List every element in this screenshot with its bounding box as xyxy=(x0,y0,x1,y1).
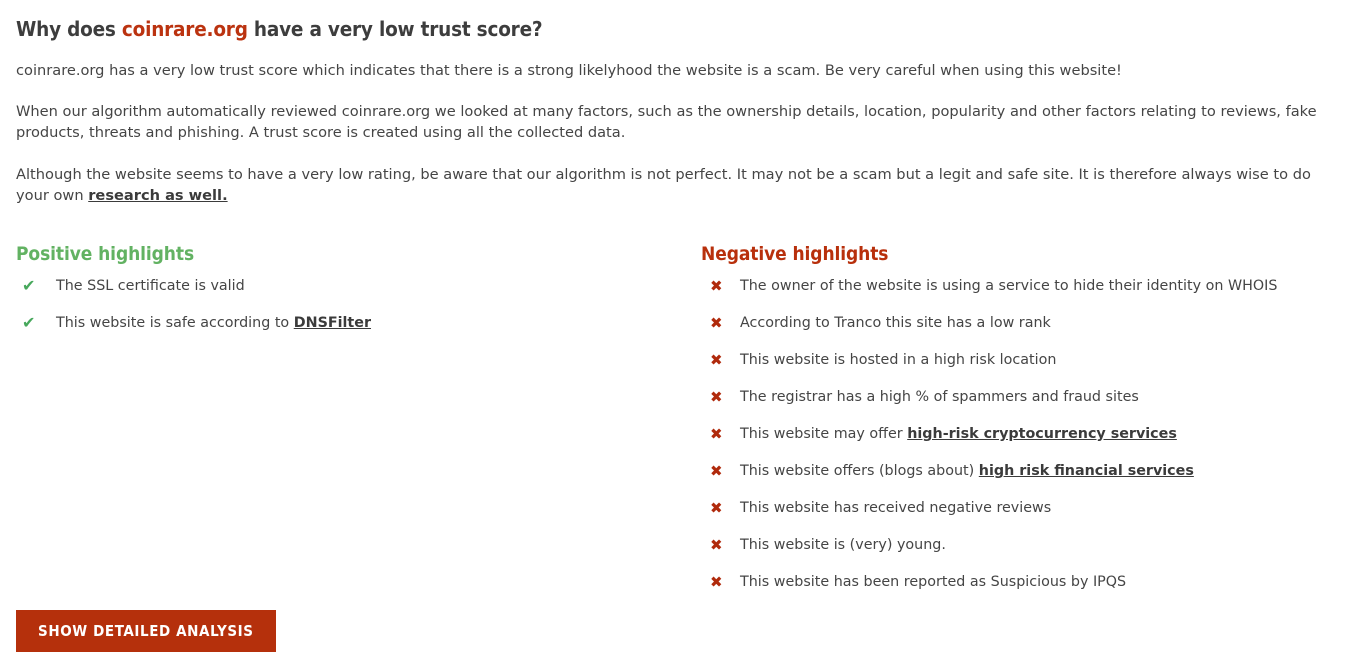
cross-icon: ✖ xyxy=(710,573,723,591)
list-item-label: This website has been reported as Suspic… xyxy=(735,572,1126,592)
list-item-label: The owner of the website is using a serv… xyxy=(735,276,1277,296)
list-item-text: This website offers (blogs about) xyxy=(740,463,979,479)
page-title: Why does coinrare.org have a very low tr… xyxy=(16,0,1339,41)
positive-highlights-title: Positive highlights xyxy=(16,243,195,265)
cross-icon: ✖ xyxy=(710,388,723,406)
negative-highlights-title: Negative highlights xyxy=(701,243,889,265)
cross-icon: ✖ xyxy=(710,462,723,480)
list-item: ✖ The registrar has a high % of spammers… xyxy=(701,387,1341,424)
cross-icon: ✖ xyxy=(710,277,723,295)
list-item: ✖ This website may offer high-risk crypt… xyxy=(701,424,1341,461)
list-item-label: This website is hosted in a high risk lo… xyxy=(735,350,1056,370)
list-item-text: According to Tranco this site has a low … xyxy=(740,315,1051,331)
list-item-text: This website is safe according to xyxy=(56,315,294,331)
cross-icon: ✖ xyxy=(710,425,723,443)
cross-icon: ✖ xyxy=(710,351,723,369)
page-title-suffix: have a very low trust score? xyxy=(247,17,543,41)
dnsfilter-link[interactable]: DNSFilter xyxy=(294,315,371,331)
list-item-text: The owner of the website is using a serv… xyxy=(740,278,1278,294)
list-item: ✖ This website has been reported as Susp… xyxy=(701,572,1341,609)
list-item-label: This website is safe according to DNSFil… xyxy=(50,313,371,333)
list-item-label: According to Tranco this site has a low … xyxy=(735,313,1051,333)
list-item: ✖ This website is (very) young. xyxy=(701,535,1341,572)
list-item-label: The SSL certificate is valid xyxy=(50,276,245,296)
negative-highlights-list: ✖ The owner of the website is using a se… xyxy=(701,276,1341,609)
cross-icon: ✖ xyxy=(710,314,723,332)
list-item-text: This website is hosted in a high risk lo… xyxy=(740,352,1057,368)
list-item-text: This website may offer xyxy=(740,426,908,442)
list-item-label: This website may offer high-risk cryptoc… xyxy=(735,424,1177,444)
list-item-text: The registrar has a high % of spammers a… xyxy=(740,389,1139,405)
list-item-text: This website is (very) young. xyxy=(740,537,946,553)
high-risk-cryptocurrency-services-link[interactable]: high-risk cryptocurrency services xyxy=(907,426,1177,442)
page-title-domain: coinrare.org xyxy=(121,17,248,41)
cross-icon: ✖ xyxy=(710,499,723,517)
positive-highlights-column: Positive highlights ✔ The SSL certificat… xyxy=(16,242,701,609)
list-item-label: This website has received negative revie… xyxy=(735,498,1051,518)
list-item: ✖ According to Tranco this site has a lo… xyxy=(701,313,1341,350)
cross-icon: ✖ xyxy=(710,536,723,554)
intro-paragraph-1: coinrare.org has a very low trust score … xyxy=(16,62,1122,79)
list-item: ✖ The owner of the website is using a se… xyxy=(701,276,1341,313)
list-item-label: This website offers (blogs about) high r… xyxy=(735,461,1194,481)
list-item-label: This website is (very) young. xyxy=(735,535,946,555)
show-detailed-analysis-button[interactable]: Show detailed analysis xyxy=(16,610,276,652)
list-item: ✖ This website offers (blogs about) high… xyxy=(701,461,1341,498)
list-item: ✖ This website is hosted in a high risk … xyxy=(701,350,1341,387)
check-icon: ✔ xyxy=(22,313,36,332)
negative-highlights-column: Negative highlights ✖ The owner of the w… xyxy=(701,242,1341,609)
list-item-text: The SSL certificate is valid xyxy=(56,278,245,294)
research-as-well-link[interactable]: research as well. xyxy=(88,187,227,204)
list-item: ✔ This website is safe according to DNSF… xyxy=(16,313,701,350)
check-icon: ✔ xyxy=(22,276,36,295)
intro-paragraph-3: Although the website seems to have a ver… xyxy=(16,164,1339,206)
high-risk-financial-services-link[interactable]: high risk financial services xyxy=(979,463,1194,479)
trust-score-section: Why does coinrare.org have a very low tr… xyxy=(0,0,1355,660)
list-item: ✖ This website has received negative rev… xyxy=(701,498,1341,535)
list-item-label: The registrar has a high % of spammers a… xyxy=(735,387,1139,407)
cta-container: Show detailed analysis xyxy=(16,610,276,652)
intro-paragraph-2: When our algorithm automatically reviewe… xyxy=(16,103,1317,141)
list-item: ✔ The SSL certificate is valid xyxy=(16,276,701,313)
highlights-columns: Positive highlights ✔ The SSL certificat… xyxy=(16,242,1339,609)
positive-highlights-list: ✔ The SSL certificate is valid ✔ This we… xyxy=(16,276,701,350)
page-title-prefix: Why does xyxy=(16,17,122,41)
list-item-text: This website has been reported as Suspic… xyxy=(740,574,1127,590)
list-item-text: This website has received negative revie… xyxy=(740,500,1052,516)
